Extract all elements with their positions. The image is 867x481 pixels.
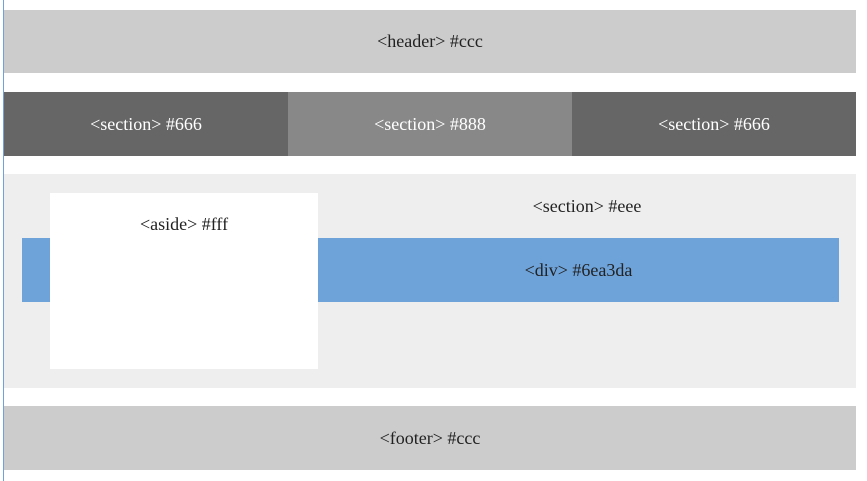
aside-label: <aside> #fff (139, 214, 229, 234)
section-block-2: <section> #888 (288, 92, 572, 156)
footer-block: <footer> #ccc (4, 406, 856, 470)
section-label-3: <section> #666 (658, 113, 770, 134)
header-block: <header> #ccc (4, 10, 856, 73)
main-section-label: <section> #eee (532, 196, 642, 216)
section-block-1: <section> #666 (4, 92, 288, 156)
section-block-3: <section> #666 (572, 92, 856, 156)
section-label-2: <section> #888 (374, 113, 486, 134)
sections-row: <section> #666 <section> #888 <section> … (4, 92, 856, 156)
page: <header> #ccc <section> #666 <section> #… (0, 0, 867, 481)
aside-block: <aside> #fff (50, 193, 318, 369)
section-label-1: <section> #666 (90, 113, 202, 134)
footer-label: <footer> #ccc (379, 427, 481, 448)
header-label: <header> #ccc (377, 31, 483, 51)
main-section-block: <section> #eee <div> #6ea3da <aside> #ff… (4, 174, 856, 388)
blue-div-label: <div> #6ea3da (524, 259, 633, 280)
